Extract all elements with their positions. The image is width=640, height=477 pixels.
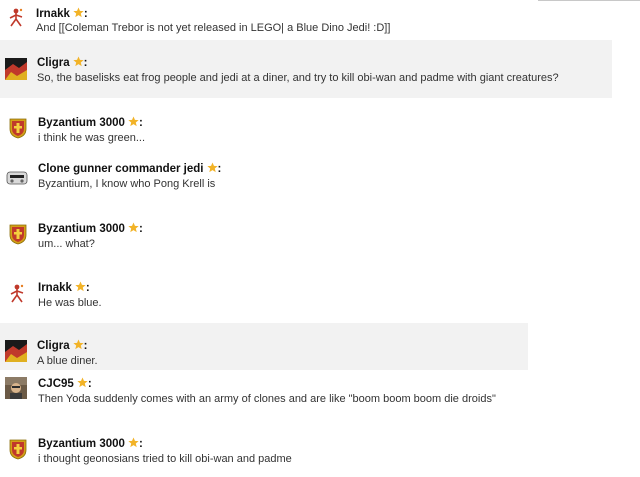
star-icon (128, 116, 139, 127)
username[interactable]: Byzantium 3000 (38, 223, 125, 235)
message-text: And [[Coleman Trebor is not yet released… (36, 22, 391, 34)
username[interactable]: Cligra (37, 57, 70, 69)
message-text: Then Yoda suddenly comes with an army of… (38, 393, 496, 405)
cligra-avatar-icon[interactable] (5, 340, 27, 362)
byzantium-crest-icon[interactable] (7, 438, 29, 460)
byzantium-crest-icon[interactable] (7, 223, 29, 245)
star-icon (128, 222, 139, 233)
message-text: um... what? (38, 238, 95, 250)
username-colon: : (217, 163, 222, 175)
star-icon (128, 437, 139, 448)
username[interactable]: Clone gunner commander jedi (38, 163, 204, 175)
message-text: So, the baselisks eat frog people and je… (37, 72, 559, 84)
message-text: He was blue. (38, 297, 102, 309)
clone-gunner-avatar-icon[interactable] (6, 166, 28, 188)
username-colon: : (83, 57, 88, 69)
byzantium-crest-icon[interactable] (7, 117, 29, 139)
chat-message: Cligra: So, the baselisks eat frog peopl… (0, 40, 612, 98)
chat-message: Irnakk: And [[Coleman Trebor is not yet … (0, 3, 640, 39)
username-colon: : (85, 282, 90, 294)
message-text: i thought geonosians tried to kill obi-w… (38, 453, 292, 465)
chat-message: Byzantium 3000: i think he was green... (0, 112, 640, 148)
chat-message: Byzantium 3000: um... what? (0, 218, 640, 254)
username-colon: : (138, 223, 143, 235)
username[interactable]: Byzantium 3000 (38, 438, 125, 450)
star-icon (72, 339, 84, 350)
username-colon: : (138, 117, 143, 129)
chat-message: Clone gunner commander jedi: Byzantium, … (0, 158, 640, 194)
chat-message: Irnakk: He was blue. (0, 277, 640, 313)
star-icon (75, 281, 86, 292)
message-text: i think he was green... (38, 132, 146, 144)
chat-message: Cligra: A blue diner. (0, 323, 528, 370)
username[interactable]: Byzantium 3000 (38, 117, 125, 129)
cjc95-avatar-icon[interactable] (5, 377, 27, 399)
cligra-avatar-icon[interactable] (5, 58, 27, 80)
username[interactable]: Cligra (37, 340, 70, 352)
username-colon: : (83, 8, 88, 20)
star-icon (72, 56, 84, 67)
star-icon (73, 7, 84, 18)
irnakk-avatar-icon[interactable] (5, 6, 27, 28)
username[interactable]: CJC95 (38, 378, 74, 390)
star-icon (77, 377, 88, 388)
username-colon: : (83, 340, 88, 352)
username[interactable]: Irnakk (38, 282, 72, 294)
irnakk-avatar-icon[interactable] (6, 282, 28, 304)
chat-message: Byzantium 3000: i thought geonosians tri… (0, 433, 640, 469)
top-divider (538, 0, 640, 1)
star-icon (206, 162, 218, 173)
username-colon: : (138, 438, 143, 450)
username-colon: : (87, 378, 92, 390)
message-text: A blue diner. (37, 355, 98, 367)
username[interactable]: Irnakk (36, 8, 70, 20)
message-text: Byzantium, I know who Pong Krell is (38, 178, 216, 190)
chat-message: CJC95: Then Yoda suddenly comes with an … (0, 373, 640, 409)
